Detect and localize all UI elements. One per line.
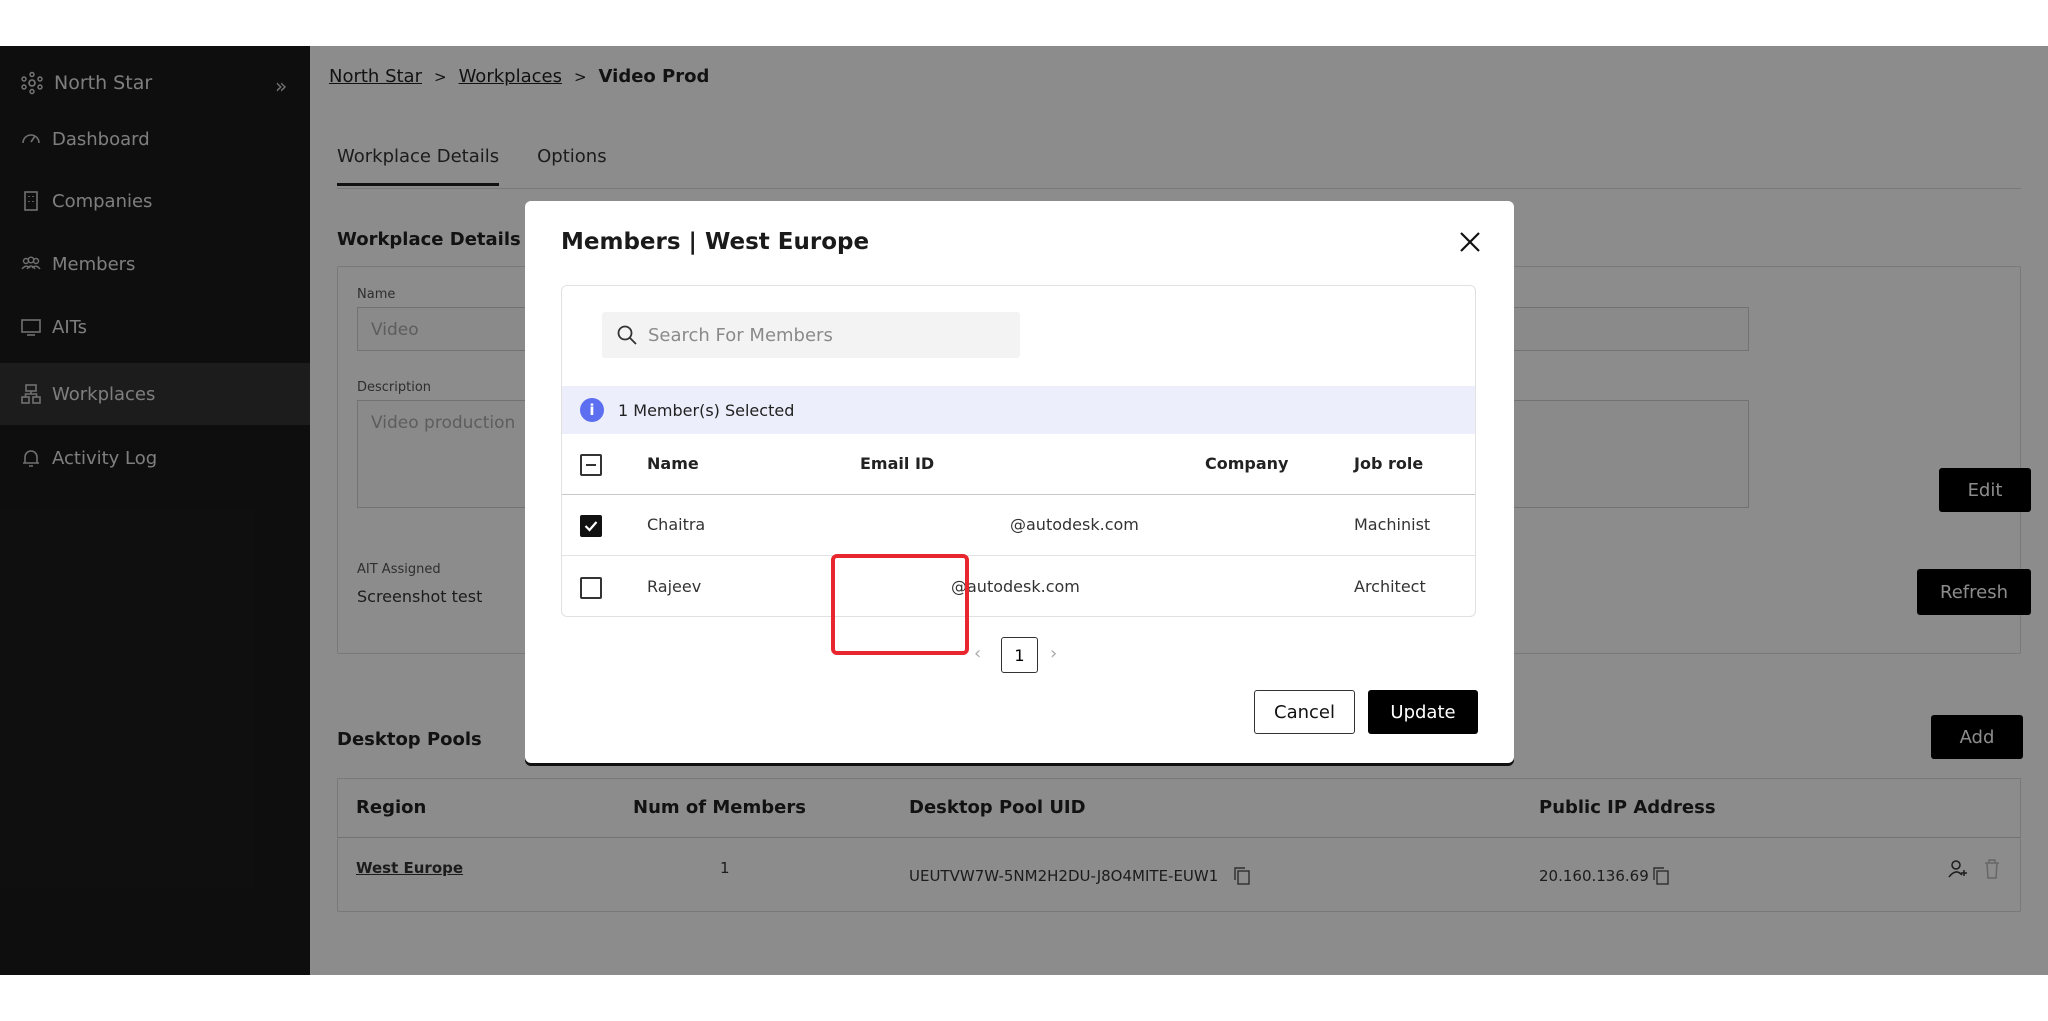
members-panel: Search For Members i 1 Member(s) Selecte… [561,285,1476,617]
selection-banner: i 1 Member(s) Selected [562,386,1475,434]
member-job-role: Architect [1354,577,1426,596]
update-button[interactable]: Update [1368,690,1478,734]
members-modal: Members | West Europe Search For Members… [525,201,1514,763]
column-header-job-role: Job role [1354,454,1424,473]
member-name: Chaitra [647,515,706,534]
search-placeholder: Search For Members [648,324,833,346]
row-divider [562,555,1475,556]
member-email: @autodesk.com [951,577,1080,596]
indeterminate-icon [586,464,596,466]
search-icon [617,325,637,345]
next-page-icon[interactable]: › [1050,643,1057,664]
info-icon: i [580,398,604,422]
checkmark-icon [584,521,598,532]
search-input[interactable]: Search For Members [602,312,1020,358]
close-icon[interactable] [1457,229,1483,255]
highlight-annotation [831,554,969,655]
header-divider [562,494,1475,495]
column-header-name: Name [647,454,699,473]
column-header-company: Company [1205,454,1289,473]
member-email: @autodesk.com [1010,515,1139,534]
row-checkbox-rajeev[interactable] [580,577,602,599]
page-1-button[interactable]: 1 [1001,637,1038,673]
select-all-checkbox[interactable] [580,454,602,476]
modal-title: Members | West Europe [561,229,870,255]
pagination: ‹ 1 › [525,637,1514,673]
prev-page-icon[interactable]: ‹ [974,643,981,664]
app-window: North Star » Dashboard Companies Members… [0,46,2048,975]
member-name: Rajeev [647,577,702,596]
member-job-role: Machinist [1354,515,1431,534]
row-checkbox-chaitra[interactable] [580,515,602,537]
cancel-button[interactable]: Cancel [1254,690,1355,734]
column-header-email: Email ID [860,454,935,473]
selection-count: 1 Member(s) Selected [618,400,795,420]
